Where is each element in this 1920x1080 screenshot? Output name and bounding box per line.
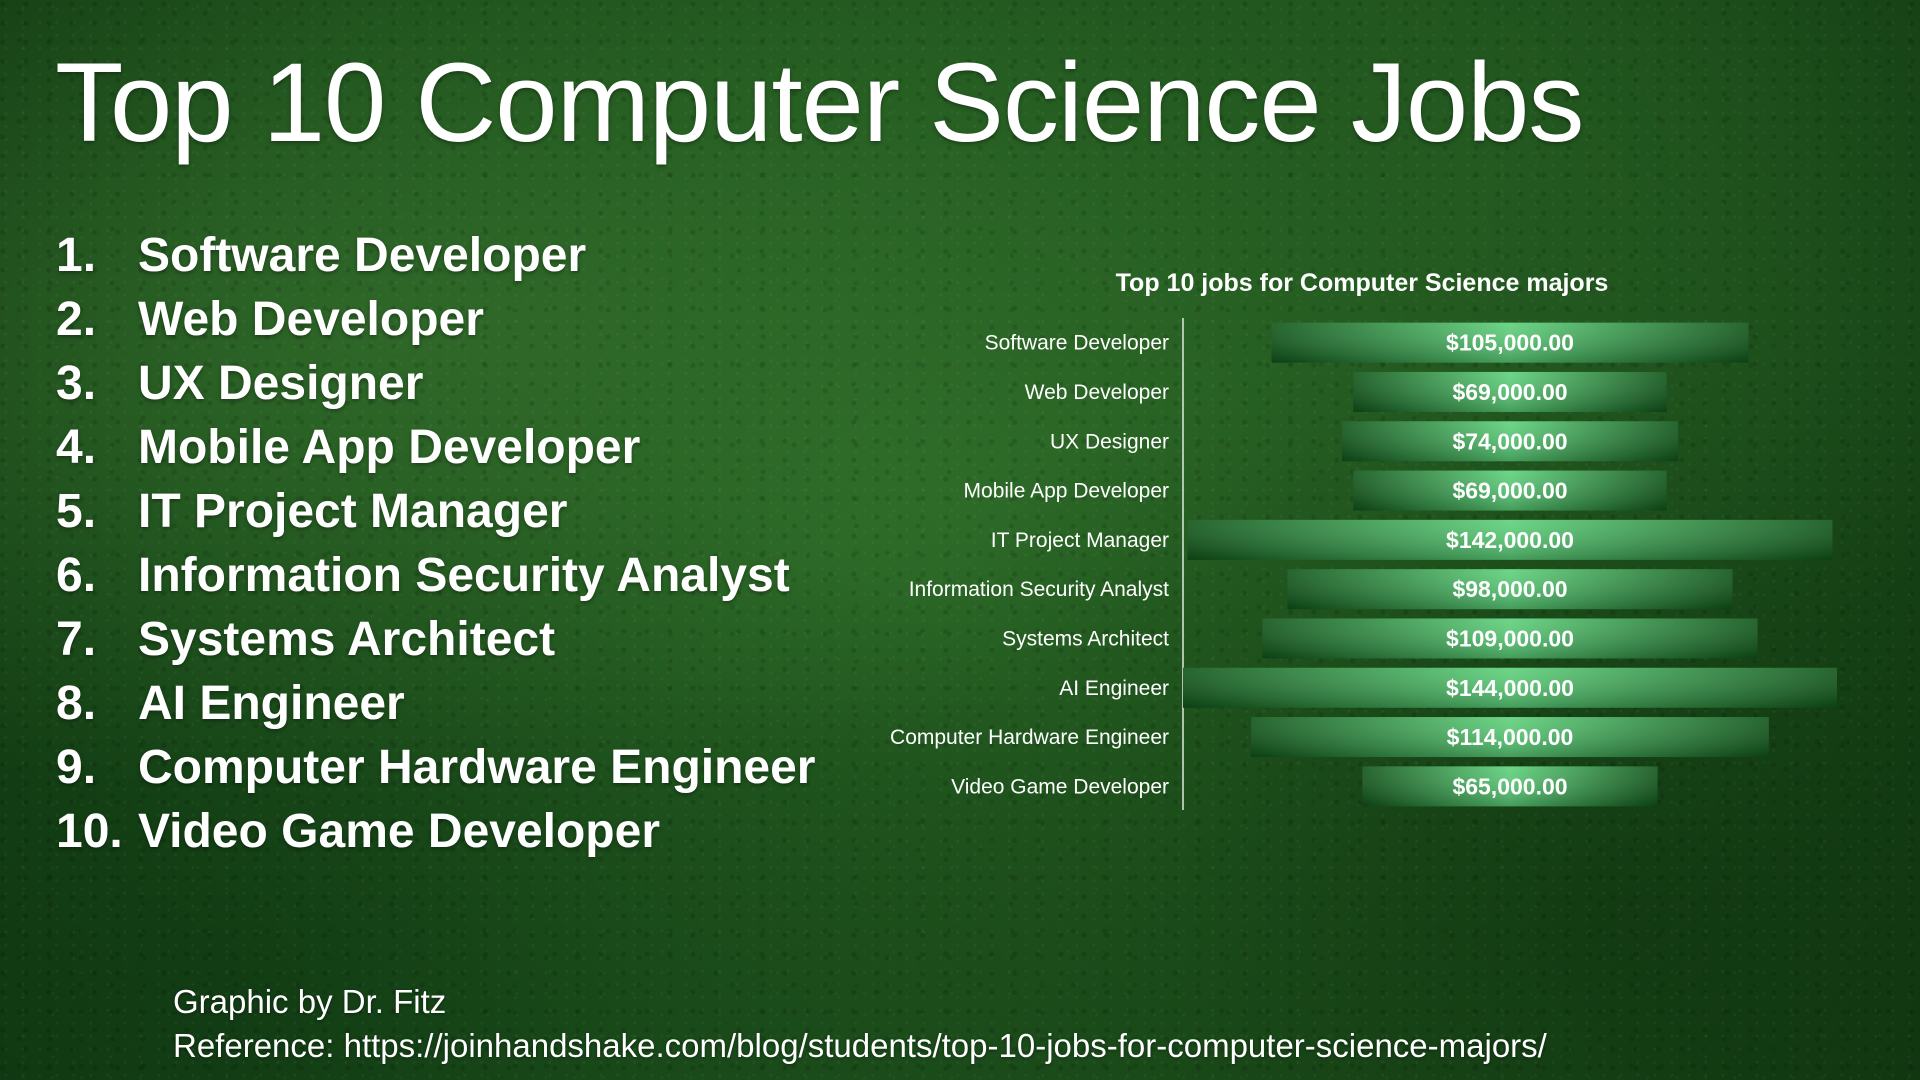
category-label: Systems Architect: [1002, 627, 1169, 650]
bar-value-label: $109,000.00: [1446, 625, 1574, 651]
page-title: Top 10 Computer Science Jobs: [55, 40, 1584, 165]
bar-value-label: $144,000.00: [1446, 675, 1574, 701]
list-item-label: Computer Hardware Engineer: [138, 741, 816, 794]
bar-value-label: $105,000.00: [1446, 330, 1574, 356]
category-label: Video Game Developer: [951, 775, 1169, 798]
category-label: IT Project Manager: [991, 529, 1169, 552]
job-list: 1. Software Developer 2. Web Developer 3. U…: [56, 228, 815, 868]
list-item-number: 7.: [56, 613, 97, 666]
list-item-number: 2.: [56, 293, 97, 346]
category-label: AI Engineer: [1059, 677, 1169, 700]
list-item: 1. Software Developer: [56, 228, 815, 292]
list-item: 3. UX Designer: [56, 356, 815, 420]
footer: Graphic by Dr. Fitz Reference: https://j…: [173, 980, 1547, 1068]
category-label: UX Designer: [1050, 430, 1169, 453]
category-label: Web Developer: [1025, 381, 1169, 404]
list-item: 8. AI Engineer: [56, 676, 815, 740]
list-item-label: IT Project Manager: [138, 485, 568, 538]
value-labels: $105,000.00 $69,000.00 $74,000.00 $69,000.0…: [1446, 330, 1574, 800]
list-item-label: Systems Architect: [138, 613, 556, 666]
bar-value-label: $142,000.00: [1446, 527, 1574, 553]
category-label: Mobile App Developer: [964, 480, 1169, 503]
list-item-number: 4.: [56, 421, 97, 474]
bar-value-label: $65,000.00: [1452, 773, 1567, 799]
footer-reference: Reference: https://joinhandshake.com/blo…: [173, 1027, 1547, 1064]
list-item-label: Software Developer: [138, 229, 587, 282]
list-item: 7. Systems Architect: [56, 612, 815, 676]
list-item-label: Information Security Analyst: [138, 549, 790, 602]
salary-funnel-chart: Top 10 jobs for Computer Science majors …: [890, 269, 1837, 810]
list-item-label: UX Designer: [138, 357, 424, 410]
category-labels: Software Developer Web Developer UX Design…: [890, 332, 1169, 799]
bar-value-label: $114,000.00: [1447, 724, 1574, 750]
list-item: 10. Video Game Developer: [56, 804, 815, 868]
list-item-label: Video Game Developer: [138, 805, 660, 858]
list-item: 2. Web Developer: [56, 292, 815, 356]
list-item-number: 9.: [56, 741, 97, 794]
list-item-number: 10.: [56, 805, 123, 858]
bar-value-label: $98,000.00: [1452, 576, 1567, 602]
list-item-number: 8.: [56, 677, 97, 730]
list-item-label: Mobile App Developer: [138, 421, 641, 474]
category-label: Computer Hardware Engineer: [890, 726, 1169, 749]
list-item-number: 3.: [56, 357, 97, 410]
list-item-number: 5.: [56, 485, 97, 538]
category-label: Information Security Analyst: [909, 578, 1169, 601]
chart-title: Top 10 jobs for Computer Science majors: [1116, 269, 1609, 297]
bar-value-label: $74,000.00: [1452, 428, 1567, 454]
bar-value-label: $69,000.00: [1452, 478, 1567, 504]
list-item: 5. IT Project Manager: [56, 484, 815, 548]
list-item: 6. Information Security Analyst: [56, 548, 815, 612]
list-item-number: 1.: [56, 229, 97, 282]
list-item: 9. Computer Hardware Engineer: [56, 740, 815, 804]
footer-credit: Graphic by Dr. Fitz: [173, 983, 447, 1020]
list-item-label: Web Developer: [138, 293, 484, 346]
list-item-label: AI Engineer: [138, 677, 405, 730]
category-label: Software Developer: [985, 332, 1169, 355]
list-item-number: 6.: [56, 549, 97, 602]
bar-value-label: $69,000.00: [1452, 379, 1567, 405]
list-item: 4. Mobile App Developer: [56, 420, 815, 484]
